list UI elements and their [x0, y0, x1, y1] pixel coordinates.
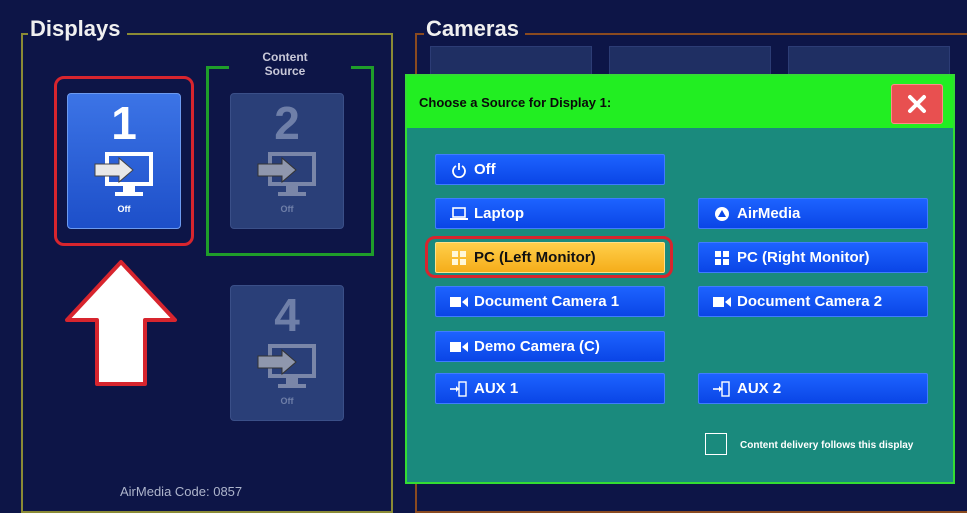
- display-input-icon: [94, 152, 153, 196]
- source-aux-1-button[interactable]: AUX 1: [435, 373, 665, 404]
- display-state: Off: [280, 204, 294, 214]
- source-airmedia-button[interactable]: AirMedia: [698, 198, 928, 229]
- windows-icon: [448, 250, 470, 265]
- airmedia-icon: [711, 206, 733, 222]
- windows-icon: [711, 250, 733, 265]
- source-label: AUX 2: [737, 380, 782, 397]
- display-2-button[interactable]: 2 Off: [230, 93, 344, 229]
- display-state: Off: [280, 396, 294, 406]
- content-delivery-label: Content delivery follows this display: [740, 440, 914, 451]
- source-label: Off: [474, 161, 496, 178]
- display-state: Off: [117, 204, 131, 214]
- airmedia-code: AirMedia Code: 0857: [120, 484, 243, 499]
- up-arrow-icon: [65, 260, 177, 386]
- source-demo-camera-button[interactable]: Demo Camera (C): [435, 331, 665, 362]
- source-label: PC (Left Monitor): [474, 249, 596, 266]
- source-label: AirMedia: [737, 205, 801, 222]
- source-pc-left-button[interactable]: PC (Left Monitor): [435, 242, 665, 273]
- source-label: PC (Right Monitor): [737, 249, 870, 266]
- source-label: Document Camera 2: [737, 293, 883, 310]
- content-delivery-checkbox[interactable]: [705, 433, 727, 455]
- display-number: 1: [111, 97, 137, 149]
- power-icon: [448, 162, 470, 178]
- source-label: AUX 1: [474, 380, 519, 397]
- laptop-icon: [448, 206, 470, 221]
- source-document-camera-1-button[interactable]: Document Camera 1: [435, 286, 665, 317]
- modal-title: Choose a Source for Display 1:: [419, 95, 612, 110]
- source-label: Demo Camera (C): [474, 338, 600, 355]
- modal-header: Choose a Source for Display 1:: [407, 76, 953, 128]
- display-number: 2: [274, 97, 300, 149]
- display-1-button[interactable]: 1 Off: [67, 93, 181, 229]
- camera-icon: [711, 296, 733, 308]
- source-off-button[interactable]: Off: [435, 154, 665, 185]
- displays-title: Displays: [28, 16, 127, 42]
- close-button[interactable]: [891, 84, 943, 124]
- aux-input-icon: [448, 380, 470, 397]
- aux-input-icon: [711, 380, 733, 397]
- source-label: Laptop: [474, 205, 524, 222]
- camera-icon: [448, 296, 470, 308]
- display-input-icon: [257, 152, 316, 196]
- source-modal: Choose a Source for Display 1: Off Lapto…: [405, 74, 955, 484]
- display-input-icon: [257, 344, 316, 388]
- cameras-title: Cameras: [424, 16, 525, 42]
- source-aux-2-button[interactable]: AUX 2: [698, 373, 928, 404]
- camera-icon: [448, 341, 470, 353]
- close-icon: [908, 95, 926, 113]
- source-label: Document Camera 1: [474, 293, 620, 310]
- display-4-button[interactable]: 4 Off: [230, 285, 344, 421]
- source-pc-right-button[interactable]: PC (Right Monitor): [698, 242, 928, 273]
- source-document-camera-2-button[interactable]: Document Camera 2: [698, 286, 928, 317]
- source-laptop-button[interactable]: Laptop: [435, 198, 665, 229]
- display-number: 4: [274, 289, 300, 341]
